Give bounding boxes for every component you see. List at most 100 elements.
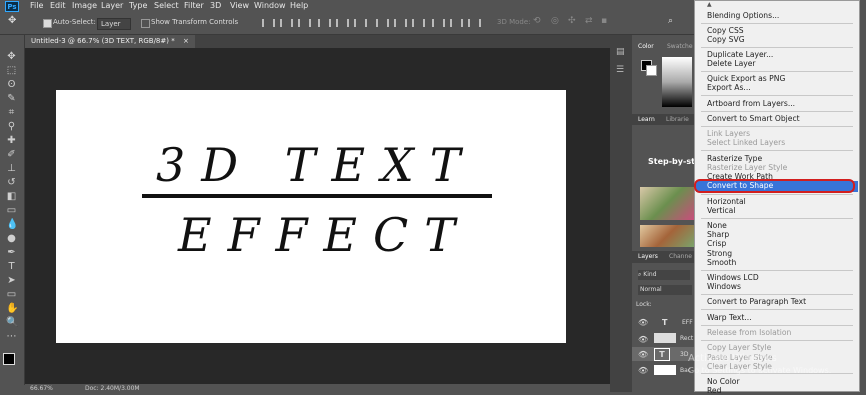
menu-layer[interactable]: Layer xyxy=(101,1,123,10)
history-panel-icon[interactable]: ▤ xyxy=(616,47,625,57)
menu-item-vertical[interactable]: Vertical xyxy=(707,206,735,215)
eyedropper-tool-icon[interactable]: ⚲ xyxy=(6,121,17,132)
menu-item-strong[interactable]: Strong xyxy=(707,249,732,258)
menu-item-crisp[interactable]: Crisp xyxy=(707,239,726,248)
distribute-center-icon[interactable] xyxy=(450,19,463,27)
menu-window[interactable]: Window xyxy=(254,1,286,10)
document-tab[interactable]: Untitled-3 @ 66.7% (3D TEXT, RGB/8#) * × xyxy=(25,35,195,48)
menu-item-windows[interactable]: Windows xyxy=(707,282,741,291)
menu-filter[interactable]: Filter xyxy=(184,1,204,10)
menu-item-duplicate-layer[interactable]: Duplicate Layer... xyxy=(707,50,773,59)
menu-item-copy-svg[interactable]: Copy SVG xyxy=(707,35,745,44)
visibility-eye-icon[interactable]: 👁 xyxy=(638,335,648,344)
healing-brush-tool-icon[interactable]: ✚ xyxy=(6,135,17,146)
foreground-color-swatch[interactable] xyxy=(3,353,15,365)
menu-item-smooth[interactable]: Smooth xyxy=(707,258,736,267)
align-middle-icon[interactable] xyxy=(336,19,349,27)
menu-item-export-as[interactable]: Export As... xyxy=(707,83,751,92)
menu-help[interactable]: Help xyxy=(290,1,308,10)
3d-scale-icon[interactable]: ▪ xyxy=(601,16,607,26)
align-bottom-icon[interactable] xyxy=(354,19,367,27)
hand-tool-icon[interactable]: ✋ xyxy=(6,303,18,314)
menu-item-none[interactable]: None xyxy=(707,221,727,230)
menu-item-sharp[interactable]: Sharp xyxy=(707,230,729,239)
document-canvas[interactable]: 3D TEXT EFFECT xyxy=(56,90,566,343)
tab-layers[interactable]: Layers xyxy=(638,251,658,262)
auto-select-checkbox[interactable] xyxy=(43,19,52,28)
properties-panel-icon[interactable]: ☰ xyxy=(616,65,624,75)
align-left-icon[interactable] xyxy=(262,19,275,27)
tab-learn[interactable]: Learn xyxy=(638,114,655,125)
search-icon[interactable]: ⌕ xyxy=(668,16,673,26)
scroll-up-arrow-icon[interactable]: ▲ xyxy=(707,1,712,8)
auto-select-dropdown[interactable]: Layer xyxy=(97,18,131,30)
align-right-icon[interactable] xyxy=(298,19,311,27)
align-center-icon[interactable] xyxy=(280,19,293,27)
move-tool-icon[interactable]: ✥ xyxy=(8,15,16,26)
distribute-right-icon[interactable] xyxy=(468,19,481,27)
blend-mode-dropdown[interactable]: Normal xyxy=(638,285,692,295)
distribute-middle-icon[interactable] xyxy=(394,19,407,27)
pen-tool-icon[interactable]: ✒ xyxy=(6,247,17,258)
history-brush-tool-icon[interactable]: ↺ xyxy=(6,177,17,188)
menu-item-no-color[interactable]: No Color xyxy=(707,377,740,386)
layer-filter-dropdown[interactable]: ⌕ Kind xyxy=(638,270,690,280)
menu-type[interactable]: Type xyxy=(129,1,147,10)
menu-image[interactable]: Image xyxy=(72,1,97,10)
show-transform-checkbox[interactable] xyxy=(141,19,150,28)
distribute-left-icon[interactable] xyxy=(432,19,445,27)
distribute-top-icon[interactable] xyxy=(376,19,389,27)
lasso-tool-icon[interactable]: ʘ xyxy=(6,79,17,90)
type-tool-icon[interactable]: T xyxy=(6,261,17,272)
3d-pan-icon[interactable]: ✣ xyxy=(568,16,576,26)
zoom-tool-icon[interactable]: 🔍 xyxy=(6,317,18,328)
visibility-eye-icon[interactable]: 👁 xyxy=(638,350,648,359)
move-tool-icon[interactable]: ✥ xyxy=(6,51,17,62)
layer-name-rectangle[interactable]: Rect xyxy=(680,335,693,342)
panel-background-swatch[interactable] xyxy=(646,65,657,76)
menu-item-rasterize-type[interactable]: Rasterize Type xyxy=(707,154,762,163)
menu-item-artboard-from-layers[interactable]: Artboard from Layers... xyxy=(707,99,795,108)
brush-tool-icon[interactable]: ✐ xyxy=(6,149,17,160)
dodge-tool-icon[interactable]: ● xyxy=(6,233,17,244)
3d-slide-icon[interactable]: ⇄ xyxy=(585,16,593,26)
3d-roll-icon[interactable]: ◎ xyxy=(551,16,559,26)
menu-file[interactable]: File xyxy=(30,1,43,10)
menu-item-quick-export-png[interactable]: Quick Export as PNG xyxy=(707,74,785,83)
menu-item-convert-paragraph-text[interactable]: Convert to Paragraph Text xyxy=(707,297,806,306)
menu-item-convert-smart-object[interactable]: Convert to Smart Object xyxy=(707,114,800,123)
eraser-tool-icon[interactable]: ◧ xyxy=(6,191,17,202)
more-tools-icon[interactable]: ⋯ xyxy=(6,331,17,342)
distribute-bottom-icon[interactable] xyxy=(412,19,425,27)
color-picker-field[interactable] xyxy=(662,57,692,107)
gradient-tool-icon[interactable]: ▭ xyxy=(6,205,17,216)
learn-thumbnail-2[interactable] xyxy=(640,225,694,247)
menu-edit[interactable]: Edit xyxy=(50,1,66,10)
menu-item-windows-lcd[interactable]: Windows LCD xyxy=(707,273,759,282)
align-top-icon[interactable] xyxy=(318,19,331,27)
crop-tool-icon[interactable]: ⌗ xyxy=(6,107,17,118)
tab-channels[interactable]: Channe xyxy=(669,251,692,262)
quick-select-tool-icon[interactable]: ✎ xyxy=(6,93,17,104)
tab-color[interactable]: Color xyxy=(638,41,654,52)
menu-select[interactable]: Select xyxy=(154,1,179,10)
menu-item-red[interactable]: Red xyxy=(707,386,721,395)
tab-libraries[interactable]: Librarie xyxy=(666,114,689,125)
layer-name-effect[interactable]: EFF xyxy=(682,319,693,326)
path-selection-tool-icon[interactable]: ➤ xyxy=(6,275,17,286)
tab-swatches[interactable]: Swatche xyxy=(667,41,693,52)
menu-item-delete-layer[interactable]: Delete Layer xyxy=(707,59,756,68)
close-icon[interactable]: × xyxy=(183,37,189,45)
clone-stamp-tool-icon[interactable]: ⊥ xyxy=(6,163,17,174)
marquee-tool-icon[interactable]: ⬚ xyxy=(6,65,17,76)
menu-view[interactable]: View xyxy=(230,1,249,10)
rectangle-tool-icon[interactable]: ▭ xyxy=(6,289,17,300)
blur-tool-icon[interactable]: 💧 xyxy=(6,219,18,230)
menu-3d[interactable]: 3D xyxy=(210,1,221,10)
learn-thumbnail-1[interactable] xyxy=(640,187,694,220)
zoom-level[interactable]: 66.67% xyxy=(30,385,53,392)
3d-orbit-icon[interactable]: ⟲ xyxy=(533,16,541,26)
visibility-eye-icon[interactable]: 👁 xyxy=(638,318,648,327)
menu-item-copy-css[interactable]: Copy CSS xyxy=(707,26,744,35)
visibility-eye-icon[interactable]: 👁 xyxy=(638,366,648,375)
